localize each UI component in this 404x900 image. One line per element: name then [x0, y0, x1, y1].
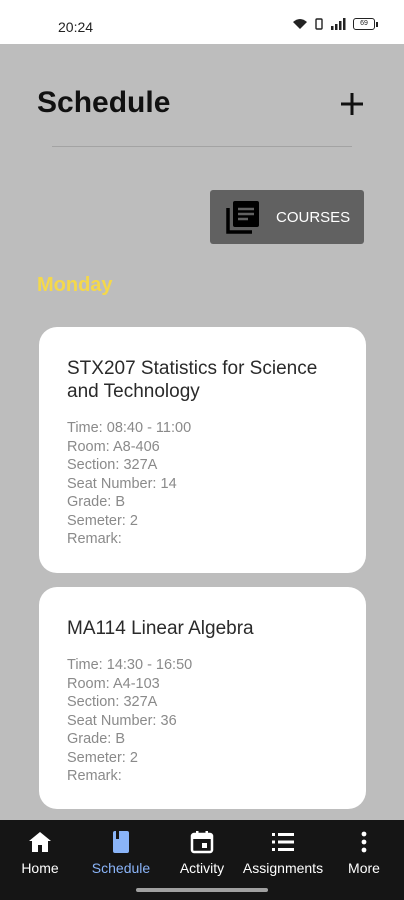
- add-icon[interactable]: [336, 88, 368, 120]
- section-row: Section: 327A: [67, 456, 366, 475]
- battery-level: 69: [353, 18, 375, 30]
- nav-home-label: Home: [21, 860, 59, 876]
- nav-assignments-label: Assignments: [242, 860, 324, 876]
- room-label: Room:: [67, 438, 110, 455]
- courses-icon: [226, 201, 259, 234]
- class-details: Time: 08:40 - 11:00 Room: A8-406 Section…: [67, 419, 366, 549]
- remark-label: Remark:: [67, 531, 122, 547]
- class-details: Time: 14:30 - 16:50 Room: A4-103 Section…: [67, 656, 366, 786]
- remark-label: Remark:: [67, 768, 122, 784]
- schedule-icon: [113, 831, 129, 853]
- class-title: STX207 Statistics for Science and Techno…: [67, 358, 318, 402]
- courses-button[interactable]: COURSES: [210, 190, 364, 244]
- time-row: Time: 08:40 - 11:00: [67, 419, 366, 438]
- seat-value: 36: [160, 712, 177, 729]
- header-divider: [52, 146, 352, 147]
- list-icon: [272, 833, 294, 851]
- grade-row: Grade: B: [67, 730, 366, 749]
- class-title: MA114 Linear Algebra: [67, 618, 254, 639]
- time-label: Time:: [67, 657, 103, 673]
- wifi-icon: [293, 19, 307, 29]
- seat-label: Seat Number:: [67, 712, 157, 729]
- semester-value: 2: [129, 512, 138, 529]
- seat-row: Seat Number: 36: [67, 712, 366, 731]
- home-indicator[interactable]: [136, 888, 268, 892]
- more-vertical-icon: [361, 831, 367, 853]
- semester-label: Semeter:: [67, 512, 126, 529]
- seat-row: Seat Number: 14: [67, 475, 366, 494]
- seat-value: 14: [160, 475, 177, 492]
- grade-row: Grade: B: [67, 493, 366, 512]
- calendar-icon: [190, 831, 214, 854]
- room-value: A8-406: [112, 438, 160, 455]
- status-icons: 69: [292, 18, 378, 30]
- seat-label: Seat Number:: [67, 475, 157, 492]
- room-row: Room: A8-406: [67, 438, 366, 457]
- grade-label: Grade:: [67, 731, 112, 747]
- class-card[interactable]: STX207 Statistics for Science and Techno…: [39, 327, 366, 573]
- room-row: Room: A4-103: [67, 675, 366, 694]
- main-content: Schedule COURSES Monday STX207 Statistic…: [0, 44, 404, 820]
- semester-value: 2: [129, 749, 138, 766]
- status-time: 20:24: [58, 19, 94, 35]
- nav-schedule-label: Schedule: [91, 860, 151, 876]
- courses-label: COURSES: [276, 208, 351, 226]
- grade-value: B: [115, 731, 126, 747]
- semester-row: Semeter: 2: [67, 749, 366, 768]
- class-card[interactable]: MA114 Linear Algebra Time: 14:30 - 16:50…: [39, 587, 366, 809]
- nav-activity[interactable]: Activity: [157, 830, 247, 876]
- nav-more-label: More: [348, 860, 380, 876]
- nav-schedule[interactable]: Schedule: [76, 830, 166, 876]
- page-title: Schedule: [37, 86, 171, 119]
- day-heading: Monday: [37, 274, 113, 296]
- remark-row: Remark:: [67, 767, 366, 786]
- home-icon: [29, 832, 51, 852]
- nav-home[interactable]: Home: [0, 830, 85, 876]
- signal-icon: [331, 18, 346, 30]
- grade-value: B: [115, 494, 126, 510]
- remark-row: Remark:: [67, 530, 366, 549]
- section-label: Section:: [67, 694, 120, 710]
- status-bar: 20:24 69: [0, 0, 404, 44]
- section-row: Section: 327A: [67, 693, 366, 712]
- semester-row: Semeter: 2: [67, 512, 366, 531]
- time-value: 08:40 - 11:00: [106, 420, 192, 436]
- room-value: A4-103: [112, 675, 160, 692]
- section-label: Section:: [67, 457, 120, 473]
- section-value: 327A: [123, 694, 158, 710]
- battery-icon: 69: [353, 18, 378, 30]
- nav-assignments[interactable]: Assignments: [238, 830, 328, 876]
- nav-more[interactable]: More: [319, 830, 404, 876]
- room-label: Room:: [67, 675, 110, 692]
- sim-icon: [315, 18, 323, 30]
- semester-label: Semeter:: [67, 749, 126, 766]
- grade-label: Grade:: [67, 494, 112, 510]
- time-label: Time:: [67, 420, 103, 436]
- time-value: 14:30 - 16:50: [106, 657, 193, 673]
- section-value: 327A: [123, 457, 158, 473]
- nav-activity-label: Activity: [179, 860, 225, 876]
- time-row: Time: 14:30 - 16:50: [67, 656, 366, 675]
